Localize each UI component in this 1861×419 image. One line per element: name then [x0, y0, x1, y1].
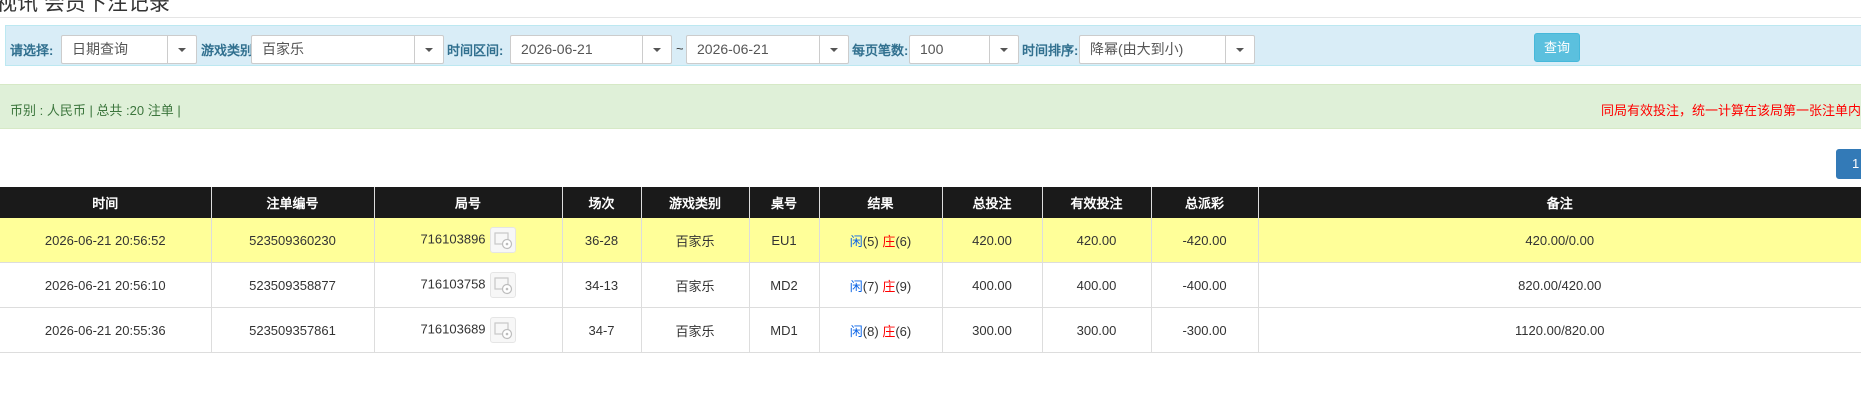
cell-session: 34-7	[561, 307, 641, 353]
cell-table-no: EU1	[748, 218, 819, 263]
result-banker: 庄	[882, 278, 896, 294]
table-row: 2026-06-21 20:56:52 523509360230 7161038…	[0, 218, 1861, 263]
chevron-down-icon	[414, 36, 443, 63]
summary-text: 币别 : 人民币 | 总共 :20 注单 |	[10, 103, 181, 118]
cell-payout: -300.00	[1150, 307, 1258, 353]
col-header-table-no: 桌号	[748, 187, 819, 218]
cell-game: 百家乐	[640, 307, 749, 353]
title-divider	[0, 17, 1861, 18]
cell-bet-no: 523509357861	[210, 307, 374, 353]
chevron-down-icon	[819, 36, 848, 63]
filter-bar: 请选择: 日期查询 游戏类别 百家乐 时间区间: 2026-06-21 ~ 20…	[5, 25, 1861, 66]
cell-valid-bet: 420.00	[1041, 218, 1151, 263]
col-header-game-type: 游戏类别	[640, 187, 749, 218]
result-banker-points: (9)	[895, 278, 912, 294]
cell-bet-no: 523509358877	[210, 262, 374, 308]
cell-payout: -420.00	[1150, 218, 1258, 263]
date-from-select[interactable]: 2026-06-21	[510, 35, 672, 64]
result-player: 闲	[849, 323, 863, 339]
cell-game: 百家乐	[640, 218, 749, 263]
cell-note: 1120.00/820.00	[1257, 307, 1861, 353]
replay-icon[interactable]	[489, 272, 516, 298]
round-no-text: 716103896	[420, 231, 486, 247]
query-button[interactable]: 查询	[1534, 33, 1580, 62]
result-banker-points: (6)	[895, 233, 912, 249]
cell-time: 2026-06-21 20:55:36	[0, 307, 211, 353]
table-header-row: 时间 注单编号 局号 场次 游戏类别 桌号 结果 总投注 有效投注 总派彩 备注	[0, 187, 1861, 218]
query-type-select[interactable]: 日期查询	[61, 35, 197, 64]
cell-round-no: 716103689	[373, 307, 562, 353]
cell-total-bet: 420.00	[941, 218, 1042, 263]
col-header-valid-bet: 有效投注	[1041, 187, 1151, 218]
cell-result: 闲(8) 庄(6)	[818, 307, 942, 353]
result-player-points: (5)	[862, 233, 879, 249]
cell-valid-bet: 300.00	[1041, 307, 1151, 353]
page-size-label: 每页笔数:	[852, 43, 909, 58]
cell-payout: -400.00	[1150, 262, 1258, 308]
cell-session: 36-28	[561, 218, 641, 263]
cell-table-no: MD1	[748, 307, 819, 353]
chevron-down-icon	[642, 36, 671, 63]
round-no-text: 716103689	[420, 321, 486, 337]
result-banker: 庄	[882, 323, 896, 339]
notice-text: 同局有效投注，统一计算在该局第一张注单内	[1600, 103, 1861, 118]
col-header-note: 备注	[1257, 187, 1861, 218]
game-type-label: 游戏类别	[201, 43, 254, 58]
page-title: 视讯 会员下注记录	[0, 0, 170, 15]
cell-valid-bet: 400.00	[1041, 262, 1151, 308]
query-type-value: 日期查询	[72, 41, 128, 57]
game-type-select[interactable]: 百家乐	[251, 35, 444, 64]
replay-icon[interactable]	[489, 227, 516, 253]
replay-icon[interactable]	[489, 317, 516, 343]
date-to-value: 2026-06-21	[697, 41, 769, 57]
table-row: 2026-06-21 20:55:36 523509357861 7161036…	[0, 307, 1861, 353]
cell-bet-no: 523509360230	[210, 218, 374, 263]
page-size-value: 100	[920, 41, 944, 57]
cell-session: 34-13	[561, 262, 641, 308]
result-player: 闲	[849, 278, 863, 294]
chevron-down-icon	[1225, 36, 1254, 63]
cell-note: 420.00/0.00	[1257, 218, 1861, 263]
result-player-points: (8)	[862, 323, 879, 339]
round-no-text: 716103758	[420, 276, 486, 292]
page-size-select[interactable]: 100	[909, 35, 1019, 64]
cell-round-no: 716103896	[373, 218, 562, 263]
cell-note: 820.00/420.00	[1257, 262, 1861, 308]
cell-game: 百家乐	[640, 262, 749, 308]
col-header-session: 场次	[561, 187, 641, 218]
table-row: 2026-06-21 20:56:10 523509358877 7161037…	[0, 262, 1861, 308]
bet-records-table: 时间 注单编号 局号 场次 游戏类别 桌号 结果 总投注 有效投注 总派彩 备注…	[0, 187, 1861, 353]
summary-bar: 币别 : 人民币 | 总共 :20 注单 | 同局有效投注，统一计算在该局第一张…	[0, 84, 1861, 129]
sort-select[interactable]: 降幂(由大到小)	[1079, 35, 1255, 64]
cell-total-bet: 400.00	[941, 262, 1042, 308]
cell-time: 2026-06-21 20:56:10	[0, 262, 211, 308]
col-header-time: 时间	[0, 187, 211, 218]
result-player: 闲	[849, 233, 863, 249]
cell-result: 闲(7) 庄(9)	[818, 262, 942, 308]
range-separator: ~	[676, 41, 684, 56]
date-to-select[interactable]: 2026-06-21	[686, 35, 849, 64]
select-label: 请选择:	[10, 43, 54, 58]
result-banker: 庄	[882, 233, 896, 249]
date-from-value: 2026-06-21	[521, 41, 593, 57]
result-player-points: (7)	[862, 278, 879, 294]
cell-round-no: 716103758	[373, 262, 562, 308]
col-header-result: 结果	[818, 187, 942, 218]
time-range-label: 时间区间:	[447, 43, 504, 58]
chevron-down-icon	[989, 36, 1018, 63]
col-header-bet-no: 注单编号	[210, 187, 374, 218]
cell-time: 2026-06-21 20:56:52	[0, 218, 211, 263]
col-header-total-bet: 总投注	[941, 187, 1042, 218]
sort-value: 降幂(由大到小)	[1090, 41, 1184, 57]
cell-total-bet: 300.00	[941, 307, 1042, 353]
cell-table-no: MD2	[748, 262, 819, 308]
col-header-payout: 总派彩	[1150, 187, 1258, 218]
cell-result: 闲(5) 庄(6)	[818, 218, 942, 263]
chevron-down-icon	[167, 36, 196, 63]
pagination-page-1[interactable]: 1	[1836, 149, 1861, 179]
game-type-value: 百家乐	[262, 41, 304, 57]
result-banker-points: (6)	[895, 323, 912, 339]
sort-label: 时间排序:	[1022, 43, 1079, 58]
col-header-round-no: 局号	[373, 187, 562, 218]
